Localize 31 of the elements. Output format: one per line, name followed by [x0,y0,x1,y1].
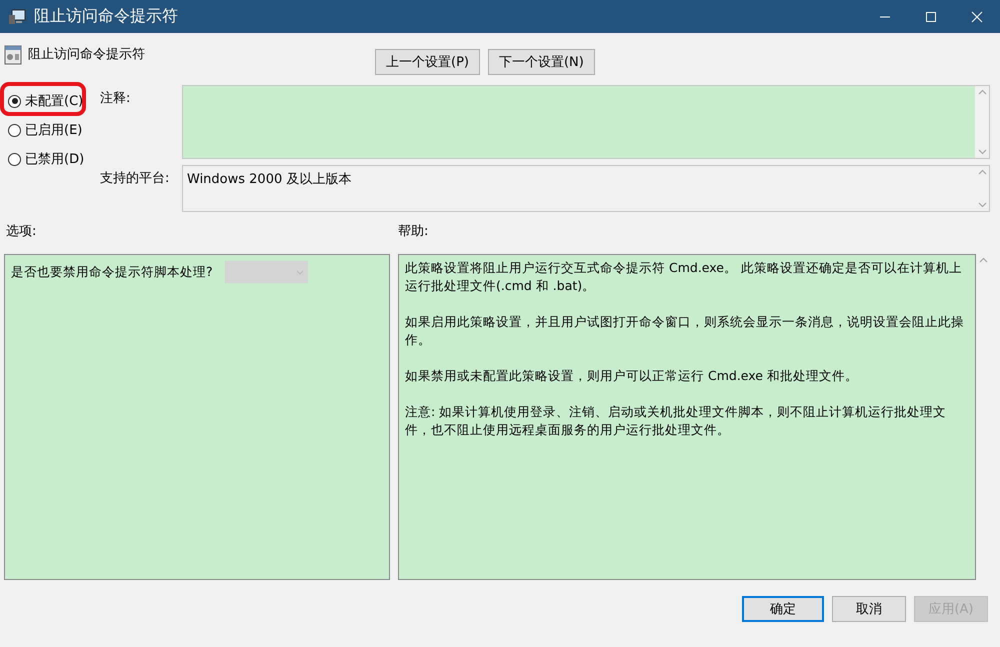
scroll-down-icon[interactable] [978,202,986,208]
scroll-up-icon[interactable] [978,257,988,263]
help-paragraph: 如果禁用或未配置此策略设置，则用户可以正常运行 Cmd.exe 和批处理文件。 [405,367,859,385]
radio-button[interactable] [8,152,21,166]
option-label: 是否也要禁用命令提示符脚本处理? [11,264,213,280]
dialog-button[interactable]: 确定 [742,596,824,622]
policy-title: 阻止访问命令提示符 [28,46,145,63]
platform-label: 支持的平台: [100,170,170,188]
window-title: 阻止访问命令提示符 [34,6,179,27]
help-paragraph: 此策略设置将阻止用户运行交互式命令提示符 Cmd.exe。 此策略设置还确定是否可以在计算机上运行批处理文件(.cmd 和 .bat)。 [405,259,963,295]
radio-button[interactable] [8,94,21,108]
radio-button[interactable] [8,124,21,136]
radio-label[interactable]: 未配置(C) [25,92,84,110]
comment-label: 注释: [100,90,132,108]
help-paragraph: 如果启用此策略设置，并且用户试图打开命令窗口，则系统会显示一条消息，说明设置会阻止此操作。 [405,313,965,349]
comment-field[interactable] [182,85,990,159]
caret-icon [296,270,304,274]
radio-label[interactable]: 已禁用(D) [25,150,84,168]
policy-icon [4,45,22,65]
scroll-up-icon[interactable] [978,169,986,175]
computer-icon [8,8,26,24]
nav-button[interactable]: 上一个设置(P) [375,49,480,75]
scroll-up-icon[interactable] [978,89,986,95]
scroll-down-icon[interactable] [978,149,986,155]
help-paragraph: 注意: 如果计算机使用登录、注销、启动或关机批处理文件脚本，则不阻止计算机运行批处理文件，也不阻止使用远程桌面服务的用户运行批处理文件。 [405,403,948,439]
help-label: 帮助: [398,223,430,240]
dialog-button[interactable]: 取消 [832,596,906,622]
nav-button[interactable]: 下一个设置(N) [488,49,595,75]
radio-label[interactable]: 已启用(E) [25,121,82,139]
platform-text: Windows 2000 及以上版本 [186,171,352,189]
options-label: 选项: [5,223,38,240]
